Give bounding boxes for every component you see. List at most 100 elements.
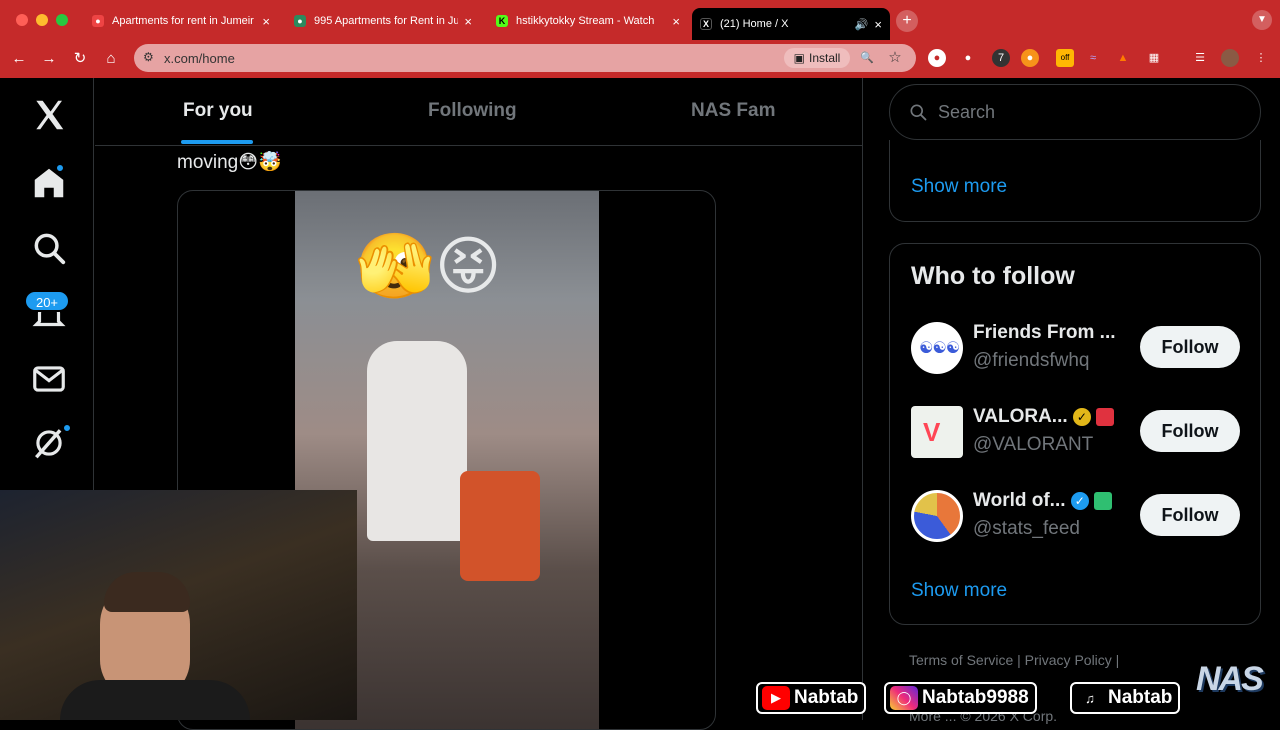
extension-wave-icon[interactable]: ≈ bbox=[1084, 49, 1102, 67]
extension-ghost-icon[interactable]: ● bbox=[928, 49, 946, 67]
youtube-icon: ▶ bbox=[762, 686, 790, 710]
account-name[interactable]: VALORA... ✓ bbox=[973, 406, 1115, 428]
account-name[interactable]: Friends From ... bbox=[973, 322, 1116, 344]
friends-avatar[interactable]: ☯☯☯ bbox=[911, 322, 963, 374]
extensions-puzzle-icon[interactable]: ▦ bbox=[1145, 49, 1163, 67]
active-tab-indicator bbox=[181, 140, 253, 144]
streamer-hair bbox=[104, 572, 190, 612]
extension-badge: 7 bbox=[997, 52, 1005, 64]
nas-logo: NAS bbox=[1196, 660, 1264, 698]
youtube-badge: ▶ Nabtab bbox=[756, 682, 867, 714]
search-input[interactable]: Search bbox=[889, 84, 1261, 140]
tiktok-handle: Nabtab bbox=[1108, 687, 1173, 708]
tab-search-icon[interactable]: ▼ bbox=[1252, 10, 1272, 30]
tab-title: hstikkytokky Stream - Watch bbox=[516, 15, 655, 27]
new-tab-button[interactable]: + bbox=[896, 10, 918, 32]
minimize-window-button[interactable] bbox=[36, 14, 48, 26]
follow-button[interactable]: Follow bbox=[1140, 494, 1240, 536]
account-row[interactable]: ☯☯☯ Friends From ... @friendsfwhq Follow bbox=[911, 320, 1241, 376]
messages-envelope-icon[interactable] bbox=[30, 360, 68, 398]
account-row[interactable]: V VALORA... ✓ @VALORANT Follow bbox=[911, 404, 1241, 460]
back-arrow-icon[interactable]: ← bbox=[10, 50, 28, 68]
search-icon[interactable] bbox=[30, 229, 68, 267]
who-to-follow-title: Who to follow bbox=[911, 262, 1075, 290]
reading-list-icon[interactable]: ☰ bbox=[1191, 49, 1209, 67]
right-sidebar: Search Show more Who to follow ☯☯☯ Frien… bbox=[889, 78, 1261, 724]
x-home-page: 20+ moving😳🤯 🫣😝 For you Following NAS Fa… bbox=[0, 78, 1280, 730]
tab-title: (21) Home / X bbox=[720, 18, 789, 30]
forward-arrow-icon[interactable]: → bbox=[40, 50, 58, 68]
extension-fox-icon[interactable]: ▲ bbox=[1114, 49, 1132, 67]
browser-tab-1[interactable]: ● Apartments for rent in Jumeir × bbox=[84, 8, 278, 34]
instagram-handle: Nabtab9988 bbox=[922, 687, 1029, 708]
stats-feed-avatar[interactable] bbox=[911, 490, 963, 542]
valorant-logo-icon: V bbox=[923, 417, 941, 447]
x-logo-icon[interactable] bbox=[30, 96, 68, 134]
zoom-icon[interactable]: 🔍 bbox=[858, 49, 876, 67]
follow-button[interactable]: Follow bbox=[1140, 410, 1240, 452]
kick-icon: K bbox=[496, 15, 508, 27]
account-name[interactable]: World of... ✓ bbox=[973, 490, 1113, 512]
search-placeholder: Search bbox=[938, 101, 996, 122]
close-tab-icon[interactable]: × bbox=[262, 14, 270, 29]
close-tab-icon[interactable]: × bbox=[464, 14, 472, 29]
footer-links[interactable]: Terms of Service | Privacy Policy | bbox=[909, 652, 1119, 668]
webcam-overlay bbox=[0, 490, 357, 720]
install-app-button[interactable]: ▣ Install bbox=[784, 48, 850, 68]
browser-tab-2[interactable]: ● 995 Apartments for Rent in Ju × bbox=[286, 8, 480, 34]
browser-menu-icon[interactable]: ⋮ bbox=[1252, 49, 1270, 67]
follow-button[interactable]: Follow bbox=[1140, 326, 1240, 368]
home-unread-dot bbox=[55, 163, 65, 173]
affiliate-badge-icon bbox=[1094, 491, 1113, 510]
youtube-handle: Nabtab bbox=[794, 687, 859, 708]
close-window-button[interactable] bbox=[16, 14, 28, 26]
gold-verified-icon: ✓ bbox=[1072, 407, 1091, 426]
tab-following[interactable]: Following bbox=[428, 100, 517, 122]
close-tab-icon[interactable]: × bbox=[672, 14, 680, 29]
profile-avatar[interactable] bbox=[1221, 49, 1239, 67]
tab-for-you[interactable]: For you bbox=[183, 100, 253, 122]
valorant-avatar[interactable]: V bbox=[911, 406, 963, 458]
browser-tab-4[interactable]: X (21) Home / X 🔊 × bbox=[692, 8, 890, 40]
bookmark-star-icon[interactable]: ☆ bbox=[886, 49, 904, 67]
tweet-text: moving😳🤯 bbox=[177, 152, 282, 173]
instagram-icon: ◯ bbox=[890, 686, 918, 710]
who-to-follow-card: Who to follow ☯☯☯ Friends From ... @frie… bbox=[889, 243, 1261, 625]
extension-bulb-icon[interactable]: ● bbox=[959, 49, 977, 67]
maximize-window-button[interactable] bbox=[56, 14, 68, 26]
person-figure bbox=[367, 341, 467, 541]
seat-figure bbox=[460, 471, 540, 581]
show-more-link[interactable]: Show more bbox=[911, 176, 1007, 198]
home-icon[interactable]: ⌂ bbox=[102, 50, 120, 68]
browser-tab-bar: ● Apartments for rent in Jumeir × ● 995 … bbox=[0, 0, 1280, 40]
property-site-icon: ● bbox=[294, 15, 306, 27]
x-logo-icon: X bbox=[700, 18, 712, 30]
account-handle: @stats_feed bbox=[973, 518, 1080, 539]
affiliate-badge-icon bbox=[1096, 407, 1115, 426]
account-handle: @friendsfwhq bbox=[973, 350, 1090, 371]
reload-icon[interactable]: ↻ bbox=[71, 50, 89, 68]
tab-nas-fam[interactable]: NAS Fam bbox=[691, 100, 775, 122]
streamer-shirt bbox=[60, 680, 250, 720]
url-text: x.com/home bbox=[164, 50, 235, 66]
extension-orange-icon[interactable]: ● bbox=[1021, 49, 1039, 67]
account-row[interactable]: World of... ✓ @stats_feed Follow bbox=[911, 488, 1241, 544]
blue-verified-icon: ✓ bbox=[1070, 491, 1089, 510]
extension-coupon-icon[interactable]: off bbox=[1056, 49, 1074, 67]
speaker-icon[interactable]: 🔊 bbox=[855, 18, 869, 31]
show-more-link[interactable]: Show more bbox=[911, 580, 1007, 602]
site-info-icon[interactable]: ⚙ bbox=[143, 50, 154, 64]
trends-card: Show more bbox=[889, 140, 1261, 222]
install-label: Install bbox=[808, 51, 841, 65]
feed-tabs: For you Following NAS Fam bbox=[95, 78, 862, 146]
extension-seven-icon[interactable]: 7 bbox=[992, 49, 1010, 67]
tiktok-badge: ♫ Nabtab bbox=[1070, 682, 1181, 714]
grok-unread-dot bbox=[62, 423, 72, 433]
notifications-badge: 20+ bbox=[24, 290, 70, 312]
close-tab-icon[interactable]: × bbox=[874, 17, 882, 32]
pin-icon: ● bbox=[92, 15, 104, 27]
extension-badge: off bbox=[1060, 53, 1070, 62]
tab-title: 995 Apartments for Rent in Ju bbox=[314, 15, 459, 27]
browser-tab-3[interactable]: K hstikkytokky Stream - Watch × bbox=[488, 8, 688, 34]
friends-logo-icon: ☯☯☯ bbox=[919, 340, 960, 357]
